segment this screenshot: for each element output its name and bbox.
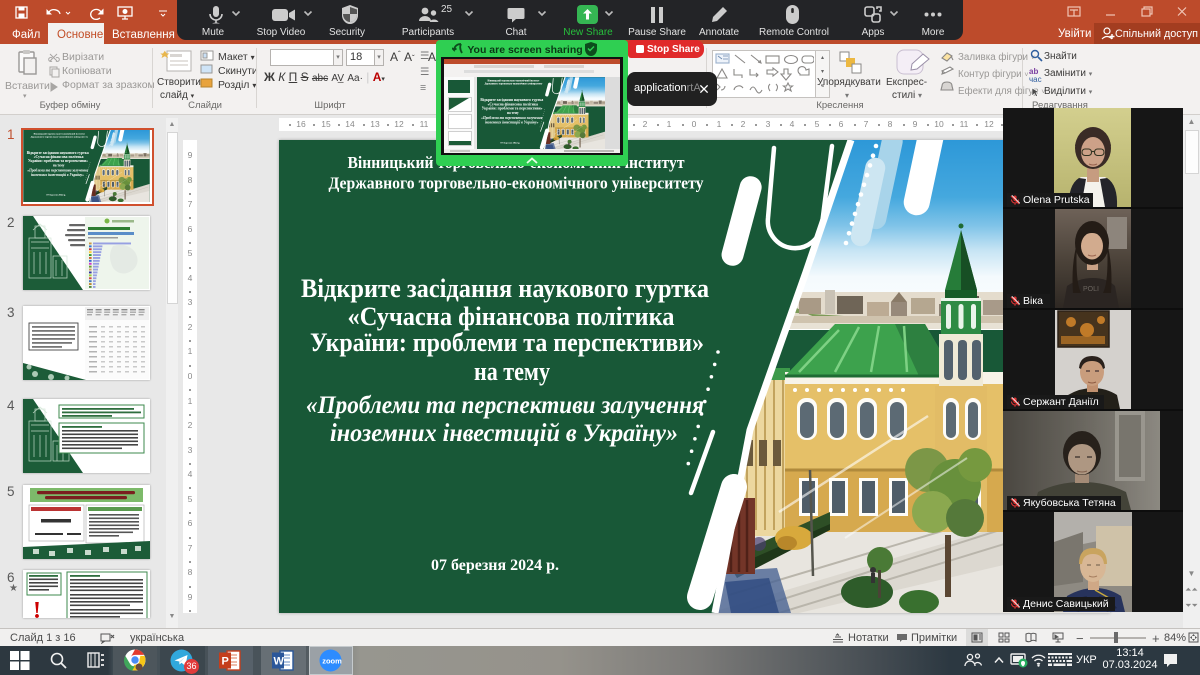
svg-text:!: ! bbox=[33, 598, 41, 618]
svg-text:zoom: zoom bbox=[322, 657, 342, 666]
svg-text:POLI: POLI bbox=[1083, 286, 1099, 293]
svg-text:W: W bbox=[274, 656, 285, 668]
svg-text:P: P bbox=[222, 656, 229, 668]
svg-text:час: час bbox=[1029, 75, 1042, 84]
